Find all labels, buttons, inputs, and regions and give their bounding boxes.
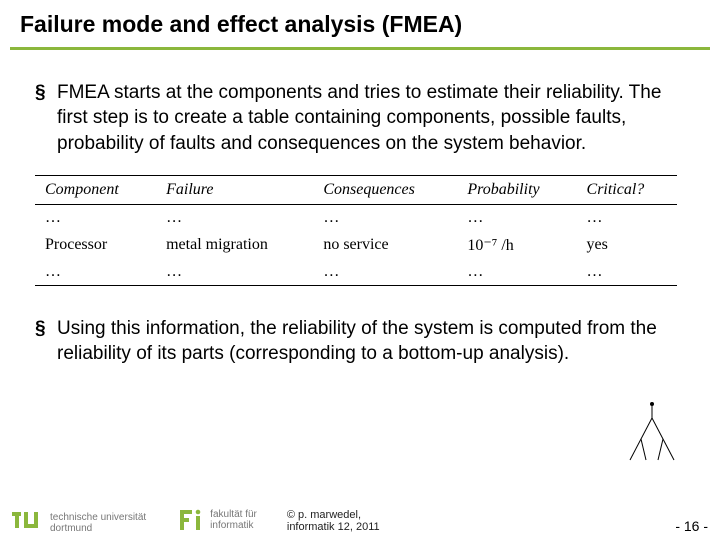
- cell-failure: …: [156, 204, 313, 231]
- content-body: § FMEA starts at the components and trie…: [0, 50, 720, 367]
- cell-consequences: …: [313, 259, 457, 286]
- tu-logo-icon: [12, 512, 44, 534]
- footer: technische universität dortmund fakultät…: [0, 506, 720, 536]
- table-row: … … … … …: [35, 204, 677, 231]
- cell-component: …: [35, 259, 156, 286]
- copyright-line1: © p. marwedel,: [287, 509, 380, 522]
- cell-critical: …: [577, 204, 677, 231]
- cell-probability: 10⁻⁷ /h: [457, 231, 576, 259]
- th-failure: Failure: [156, 175, 313, 204]
- bullet-text: Using this information, the reliability …: [57, 316, 685, 367]
- bullet-text: FMEA starts at the components and tries …: [57, 80, 685, 157]
- cell-component: Processor: [35, 231, 156, 259]
- cell-probability: …: [457, 204, 576, 231]
- university-line1: technische universität: [50, 512, 146, 523]
- cell-failure: metal migration: [156, 231, 313, 259]
- university-logo-block: technische universität dortmund: [12, 512, 146, 534]
- fmea-table: Component Failure Consequences Probabili…: [35, 175, 677, 286]
- cell-component: …: [35, 204, 156, 231]
- cell-critical: …: [577, 259, 677, 286]
- bullet-marker: §: [35, 80, 53, 157]
- cell-consequences: …: [313, 204, 457, 231]
- fi-logo-icon: [176, 506, 204, 534]
- cell-critical: yes: [577, 231, 677, 259]
- th-probability: Probability: [457, 175, 576, 204]
- copyright-line2: informatik 12, 2011: [287, 521, 380, 534]
- th-component: Component: [35, 175, 156, 204]
- th-consequences: Consequences: [313, 175, 457, 204]
- slide: Failure mode and effect analysis (FMEA) …: [0, 0, 720, 540]
- cell-consequences: no service: [313, 231, 457, 259]
- table-row: Processor metal migration no service 10⁻…: [35, 231, 677, 259]
- faculty-line1: fakultät für: [210, 509, 257, 520]
- table-row: … … … … …: [35, 259, 677, 286]
- th-critical: Critical?: [577, 175, 677, 204]
- bullet-marker: §: [35, 316, 53, 367]
- cell-failure: …: [156, 259, 313, 286]
- copyright: © p. marwedel, informatik 12, 2011: [287, 509, 380, 534]
- faculty-line2: informatik: [210, 520, 257, 531]
- cell-probability: …: [457, 259, 576, 286]
- page-number: - 16 -: [675, 518, 708, 534]
- bullet-summary: § Using this information, the reliabilit…: [35, 316, 685, 367]
- tree-diagram-icon: [616, 398, 688, 478]
- bullet-intro: § FMEA starts at the components and trie…: [35, 80, 685, 157]
- title-block: Failure mode and effect analysis (FMEA): [0, 0, 720, 47]
- slide-title: Failure mode and effect analysis (FMEA): [20, 10, 700, 39]
- faculty-logo-block: fakultät für informatik: [176, 506, 257, 534]
- table-header-row: Component Failure Consequences Probabili…: [35, 175, 677, 204]
- faculty-name: fakultät für informatik: [210, 509, 257, 531]
- university-name: technische universität dortmund: [50, 512, 146, 534]
- university-line2: dortmund: [50, 523, 146, 534]
